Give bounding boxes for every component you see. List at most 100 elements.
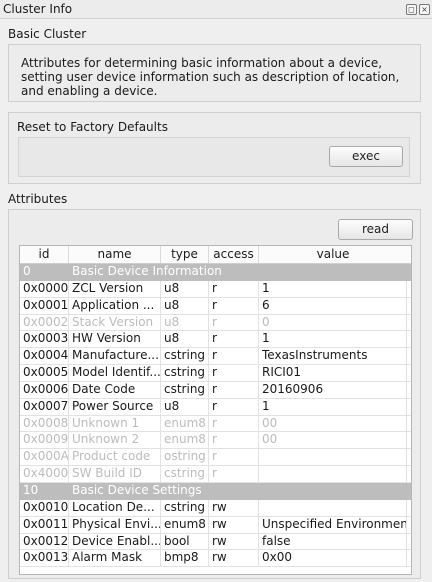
type-cell: bool (161, 533, 209, 550)
table-row[interactable]: 0x0010 Location De... cstring rw (20, 499, 411, 517)
window-title: Cluster Info (3, 2, 73, 16)
value-cell: 00 (259, 432, 407, 449)
close-icon[interactable]: × (419, 4, 430, 15)
access-cell: r (209, 466, 259, 482)
access-cell: r (209, 415, 259, 432)
group-id-cell: 0 (23, 264, 31, 278)
name-cell: Product code (69, 449, 161, 466)
group-name-cell: Basic Device Information (72, 264, 222, 278)
name-cell: SW Build ID (69, 466, 161, 482)
float-icon[interactable]: ◻ (406, 4, 417, 15)
value-cell: TexasInstruments (259, 348, 407, 365)
table-row[interactable]: 0x0009 Unknown 2 enum8 r 00 (20, 432, 411, 450)
id-cell: 0x0005 (20, 365, 69, 381)
table-row[interactable]: 0x0011 Physical Envi... enum8 rw Unspecified… (20, 516, 411, 534)
access-cell: rw (209, 499, 259, 516)
type-cell: cstring (161, 381, 209, 398)
name-cell: Unknown 1 (69, 415, 161, 432)
value-cell: 20160906 (259, 381, 407, 398)
access-cell: r (209, 398, 259, 415)
read-button[interactable]: read (338, 219, 413, 240)
table-row[interactable]: 0x0012 Device Enabl... bool rw false (20, 533, 411, 551)
table-row[interactable]: 0x0008 Unknown 1 enum8 r 00 (20, 415, 411, 433)
value-cell: false (259, 533, 407, 550)
value-cell: 6 (259, 297, 407, 314)
type-cell: u8 (161, 280, 209, 297)
table-row[interactable]: 0x0003 HW Version u8 r 1 (20, 331, 411, 349)
table-row[interactable]: 0x0005 Model Identif... cstring r RICI01 (20, 365, 411, 382)
column-header-name[interactable]: name (69, 246, 161, 263)
attributes-heading: Attributes (8, 192, 68, 206)
table-row[interactable]: 0x0002 Stack Version u8 r 0 (20, 314, 411, 332)
value-cell: RICI01 (259, 365, 407, 381)
value-cell: Unspecified Environment (259, 516, 407, 533)
name-cell: Alarm Mask (69, 550, 161, 567)
access-cell: r (209, 381, 259, 398)
type-cell: cstring (161, 365, 209, 381)
type-cell: enum8 (161, 432, 209, 449)
id-cell: 0x0013 (20, 550, 69, 567)
table-row[interactable]: 0x0013 Alarm Mask bmp8 rw 0x00 (20, 550, 411, 568)
table-row[interactable]: 0x000A Product code ostring r (20, 449, 411, 467)
id-cell: 0x0003 (20, 331, 69, 348)
id-cell: 0x000A (20, 449, 69, 466)
access-cell: rw (209, 550, 259, 567)
id-cell: 0x0002 (20, 314, 69, 331)
type-cell: enum8 (161, 415, 209, 432)
name-cell: Manufacture... (69, 348, 161, 365)
access-cell: r (209, 297, 259, 314)
value-cell: 1 (259, 331, 407, 348)
exec-button[interactable]: exec (329, 146, 403, 167)
value-cell (259, 466, 407, 482)
access-cell: r (209, 449, 259, 466)
name-cell: Physical Envi... (69, 516, 161, 533)
access-cell: rw (209, 516, 259, 533)
group-row[interactable]: 0 Basic Device Information (20, 264, 411, 281)
value-cell: 1 (259, 280, 407, 297)
name-cell: Power Source (69, 398, 161, 415)
id-cell: 0x0000 (20, 280, 69, 297)
access-cell: rw (209, 533, 259, 550)
type-cell: ostring (161, 449, 209, 466)
id-cell: 0x0011 (20, 516, 69, 533)
value-cell: 0x00 (259, 550, 407, 567)
name-cell: Stack Version (69, 314, 161, 331)
table-header: id name type access value (20, 246, 411, 264)
type-cell: cstring (161, 466, 209, 482)
access-cell: r (209, 331, 259, 348)
column-header-id[interactable]: id (20, 246, 69, 263)
type-cell: enum8 (161, 516, 209, 533)
value-cell: 00 (259, 415, 407, 432)
table-row[interactable]: 0x4000 SW Build ID cstring r (20, 466, 411, 483)
type-cell: u8 (161, 398, 209, 415)
type-cell: u8 (161, 331, 209, 348)
table-row[interactable]: 0x0001 Application ... u8 r 6 (20, 297, 411, 315)
group-id-cell: 10 (23, 482, 39, 497)
attributes-group: read id name type access value 0 Basic De… (8, 209, 421, 579)
cluster-description: Attributes for determining basic informa… (21, 56, 400, 98)
attributes-table: id name type access value 0 Basic Device … (19, 245, 412, 575)
group-row[interactable]: 10 Basic Device Settings (20, 482, 411, 500)
table-row[interactable]: 0x0004 Manufacture... cstring r TexasInstrum… (20, 348, 411, 366)
table-row[interactable]: 0x0006 Date Code cstring r 20160906 (20, 381, 411, 399)
type-cell: u8 (161, 297, 209, 314)
table-row[interactable]: 0x0000 ZCL Version u8 r 1 (20, 280, 411, 298)
column-header-access[interactable]: access (209, 246, 259, 263)
access-cell: r (209, 314, 259, 331)
reset-label: Reset to Factory Defaults (17, 120, 168, 134)
name-cell: Date Code (69, 381, 161, 398)
column-header-type[interactable]: type (161, 246, 209, 263)
column-header-value[interactable]: value (259, 246, 407, 263)
table-body: 0 Basic Device Information 0x0000 ZCL Versi… (20, 264, 411, 568)
id-cell: 0x0004 (20, 348, 69, 365)
name-cell: Model Identif... (69, 365, 161, 381)
id-cell: 0x0006 (20, 381, 69, 398)
type-cell: cstring (161, 499, 209, 516)
name-cell: Location De... (69, 499, 161, 516)
type-cell: cstring (161, 348, 209, 365)
access-cell: r (209, 348, 259, 365)
name-cell: Unknown 2 (69, 432, 161, 449)
type-cell: u8 (161, 314, 209, 331)
name-cell: Application ... (69, 297, 161, 314)
table-row[interactable]: 0x0007 Power Source u8 r 1 (20, 398, 411, 416)
